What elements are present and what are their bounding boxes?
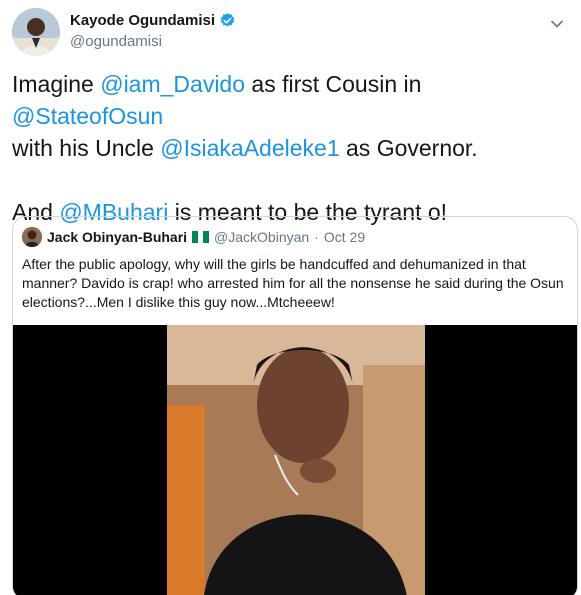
nigeria-flag-icon <box>192 231 210 243</box>
verified-badge-icon <box>219 12 236 29</box>
author-avatar[interactable] <box>12 8 60 56</box>
quoted-author-name[interactable]: Jack Obinyan-Buhari <box>47 229 187 245</box>
chevron-down-icon[interactable] <box>549 16 565 32</box>
separator-dot: · <box>314 229 319 245</box>
quoted-tweet-date[interactable]: Oct 29 <box>324 229 365 245</box>
author-display-name[interactable]: Kayode Ogundamisi <box>70 12 215 29</box>
quoted-author-handle[interactable]: @JackObinyan <box>214 229 309 245</box>
tweet-text-segment: as first Cousin in <box>245 71 422 97</box>
quoted-author-avatar <box>22 227 42 247</box>
mention-link[interactable]: @iam_Davido <box>100 71 245 97</box>
tweet-paragraph-1: Imagine @iam_Davido as first Cousin in @… <box>12 68 572 164</box>
quoted-tweet-header: Jack Obinyan-Buhari @JackObinyan · Oct 2… <box>22 227 365 247</box>
quoted-tweet-video[interactable] <box>13 325 577 595</box>
tweet-text-segment: Imagine <box>12 71 101 97</box>
author-handle[interactable]: @ogundamisi <box>70 33 162 50</box>
tweet-text-segment: with his Uncle <box>12 135 161 161</box>
mention-link[interactable]: @IsiakaAdeleke1 <box>160 135 339 161</box>
quoted-tweet-card[interactable]: Jack Obinyan-Buhari @JackObinyan · Oct 2… <box>12 216 578 595</box>
tweet-text-segment: as Governor. <box>339 135 478 161</box>
mention-link[interactable]: @StateofOsun <box>12 103 163 129</box>
quoted-tweet-text: After the public apology, why will the g… <box>22 256 564 310</box>
tweet-header: Kayode Ogundamisi @ogundamisi <box>12 8 569 60</box>
video-frame-image <box>13 325 577 595</box>
